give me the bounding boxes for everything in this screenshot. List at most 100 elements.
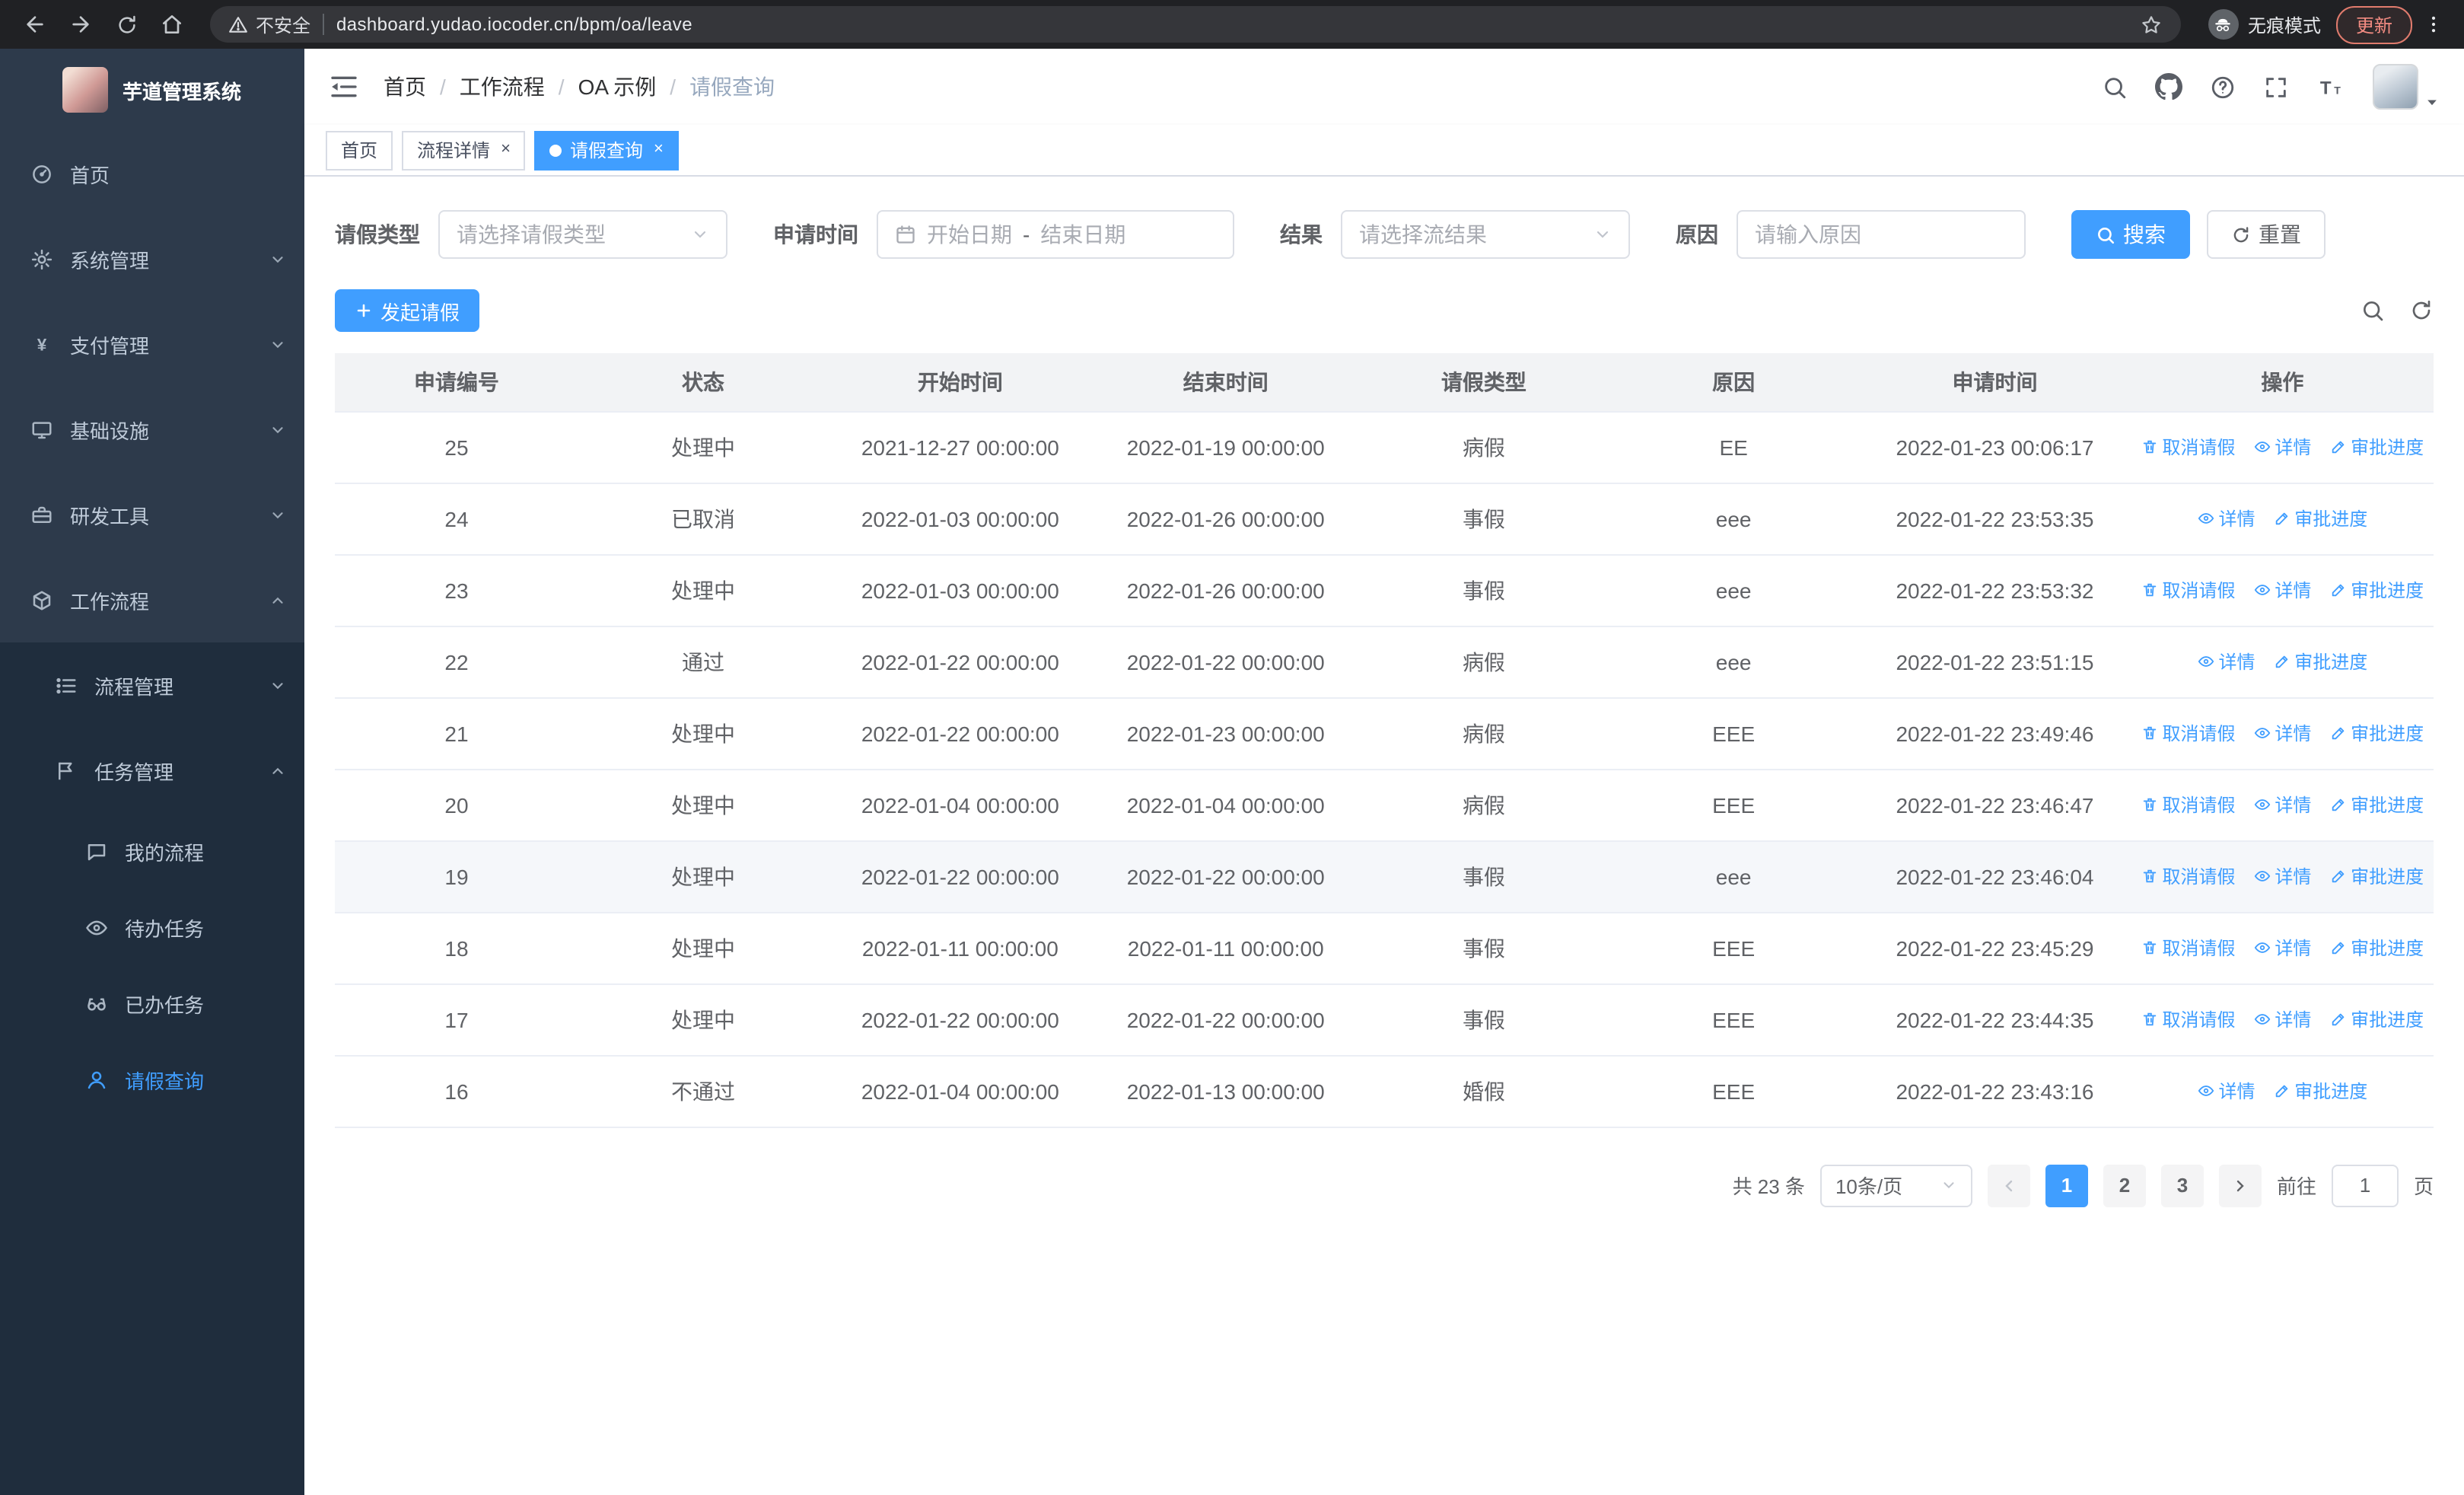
breadcrumb-item[interactable]: OA 示例 (578, 72, 657, 102)
cancel-leave-link[interactable]: 取消请假 (2141, 577, 2236, 603)
table-row: 23 处理中 2022-01-03 00:00:00 2022-01-26 00… (335, 554, 2434, 626)
browser-home-button[interactable] (152, 5, 192, 44)
browser-update-button[interactable]: 更新 (2335, 5, 2412, 43)
sidebar-item-devtools[interactable]: 研发工具 (0, 472, 304, 557)
cell-apply-id: 19 (335, 840, 578, 913)
cancel-leave-link[interactable]: 取消请假 (2141, 1006, 2236, 1032)
trash-icon (2143, 726, 2156, 740)
reset-button[interactable]: 重置 (2207, 210, 2326, 259)
breadcrumb-item[interactable]: 工作流程 (460, 72, 545, 102)
prev-page-button[interactable] (1987, 1164, 2030, 1207)
total-count: 共 23 条 (1732, 1175, 1805, 1198)
page-button-2[interactable]: 2 (2103, 1164, 2146, 1207)
approval-progress-link[interactable]: 审批进度 (2329, 720, 2424, 746)
close-icon[interactable]: × (651, 141, 664, 158)
detail-link[interactable]: 详情 (2197, 1078, 2255, 1104)
incognito-label: 无痕模式 (2247, 14, 2321, 36)
detail-link[interactable]: 详情 (2197, 505, 2255, 531)
detail-link[interactable]: 详情 (2253, 1006, 2311, 1032)
fullscreen-button[interactable] (2263, 74, 2289, 100)
sidebar-item-process-management[interactable]: 流程管理 (0, 642, 304, 728)
sidebar-item-my-processes[interactable]: 我的流程 (0, 813, 304, 889)
sidebar-item-label: 首页 (70, 164, 110, 186)
sidebar-item-done-tasks[interactable]: 已办任务 (0, 965, 304, 1041)
approval-progress-link[interactable]: 审批进度 (2273, 649, 2367, 674)
table-row: 18 处理中 2022-01-11 00:00:00 2022-01-11 00… (335, 912, 2434, 984)
cancel-leave-link[interactable]: 取消请假 (2141, 935, 2236, 961)
create-leave-button[interactable]: 发起请假 (335, 289, 480, 332)
cell-status: 处理中 (578, 912, 829, 984)
result-select[interactable]: 请选择流结果 (1341, 210, 1630, 259)
cell-actions: 取消请假 详情 审批进度 (2131, 769, 2434, 841)
chevron-down-icon (272, 682, 283, 689)
address-bar[interactable]: 不安全 dashboard.yudao.iocoder.cn/bpm/oa/le… (210, 6, 2181, 43)
toggle-search-button[interactable] (2361, 298, 2385, 323)
cancel-leave-link[interactable]: 取消请假 (2141, 434, 2236, 460)
font-size-button[interactable]: TT (2316, 74, 2345, 100)
sidebar-item-task-management[interactable]: 任务管理 (0, 728, 304, 813)
tab-process-detail[interactable]: 流程详情 × (402, 130, 526, 170)
sidebar-toggle-button[interactable] (329, 72, 359, 102)
bookmark-star-icon[interactable] (2140, 13, 2163, 36)
sidebar-item-infrastructure[interactable]: 基础设施 (0, 387, 304, 472)
approval-progress-link[interactable]: 审批进度 (2329, 1006, 2424, 1032)
detail-link[interactable]: 详情 (2253, 863, 2311, 889)
sidebar-item-home[interactable]: 首页 (0, 131, 304, 216)
approval-progress-link[interactable]: 审批进度 (2273, 505, 2367, 531)
leave-type-select[interactable]: 请选择请假类型 (438, 210, 727, 259)
goto-page-input[interactable] (2331, 1164, 2399, 1207)
tab-leave-query[interactable]: 请假查询 × (534, 130, 679, 170)
cell-apply-time: 2022-01-22 23:44:35 (1858, 983, 2131, 1056)
chevron-left-icon (2005, 1179, 2013, 1191)
reason-input[interactable]: 请输入原因 (1737, 210, 2026, 259)
header-search-button[interactable] (2102, 74, 2128, 100)
trash-icon (2143, 1012, 2156, 1026)
github-link[interactable] (2155, 73, 2182, 100)
cancel-leave-link[interactable]: 取消请假 (2141, 720, 2236, 746)
browser-reload-button[interactable] (107, 5, 146, 44)
close-icon[interactable]: × (498, 141, 511, 158)
cancel-leave-link[interactable]: 取消请假 (2141, 792, 2236, 818)
app-logo-row[interactable]: 芋道管理系统 (0, 49, 304, 131)
help-button[interactable] (2210, 74, 2236, 100)
browser-back-button[interactable] (15, 5, 55, 44)
user-menu[interactable] (2373, 64, 2440, 110)
detail-link[interactable]: 详情 (2253, 577, 2311, 603)
approval-progress-link[interactable]: 审批进度 (2329, 863, 2424, 889)
sidebar-item-leave-query[interactable]: 请假查询 (0, 1041, 304, 1117)
table-header: 申请编号 状态 开始时间 结束时间 请假类型 原因 申请时间 操作 (335, 353, 2434, 412)
detail-link[interactable]: 详情 (2253, 720, 2311, 746)
approval-progress-link[interactable]: 审批进度 (2329, 577, 2424, 603)
detail-link[interactable]: 详情 (2253, 792, 2311, 818)
next-page-button[interactable] (2218, 1164, 2262, 1207)
tab-home[interactable]: 首页 (326, 130, 393, 170)
cell-leave-type: 事假 (1358, 554, 1609, 626)
detail-link[interactable]: 详情 (2253, 434, 2311, 460)
breadcrumb-item[interactable]: 首页 (384, 72, 426, 102)
chevron-down-icon (272, 256, 283, 263)
col-apply-time: 申请时间 (1858, 353, 2131, 412)
eye-icon (2254, 728, 2270, 738)
security-indicator[interactable]: 不安全 (228, 11, 310, 37)
sidebar-item-todo-tasks[interactable]: 待办任务 (0, 889, 304, 965)
approval-progress-link[interactable]: 审批进度 (2329, 935, 2424, 961)
search-button[interactable]: 搜索 (2071, 210, 2190, 259)
sidebar-item-payment[interactable]: ¥ 支付管理 (0, 301, 304, 387)
browser-menu-button[interactable] (2418, 6, 2449, 43)
sidebar-item-system[interactable]: 系统管理 (0, 216, 304, 301)
page-button-3[interactable]: 3 (2160, 1164, 2204, 1207)
approval-progress-link[interactable]: 审批进度 (2329, 434, 2424, 460)
apply-time-range-picker[interactable]: 开始日期 - 结束日期 (877, 210, 1234, 259)
cell-reason: EEE (1609, 769, 1859, 841)
page-button-1[interactable]: 1 (2045, 1164, 2088, 1207)
sidebar-item-label: 研发工具 (70, 505, 150, 528)
approval-progress-link[interactable]: 审批进度 (2273, 1078, 2367, 1104)
sidebar-item-workflow[interactable]: 工作流程 (0, 557, 304, 642)
page-size-select[interactable]: 10条/页 (1819, 1164, 1972, 1207)
detail-link[interactable]: 详情 (2253, 935, 2311, 961)
detail-link[interactable]: 详情 (2197, 649, 2255, 674)
cancel-leave-link[interactable]: 取消请假 (2141, 863, 2236, 889)
refresh-table-button[interactable] (2409, 298, 2434, 323)
browser-forward-button[interactable] (61, 5, 100, 44)
approval-progress-link[interactable]: 审批进度 (2329, 792, 2424, 818)
